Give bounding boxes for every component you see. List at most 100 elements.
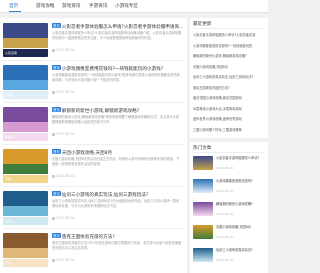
category-tag[interactable]: 首页: [52, 23, 61, 28]
article-title[interactable]: 首页 火影忍者手游体验服怎么申请?火影忍者手游体验服申请资...: [52, 23, 184, 30]
hot-article-date: 2024-08-30: [216, 212, 234, 216]
hot-title: 热门文章: [193, 146, 212, 151]
category-tag[interactable]: 首页: [52, 233, 61, 238]
hot-article-title[interactable]: 解锁新的新世小游戏攻略?: [216, 202, 266, 211]
article-date-text: 2024-08-30: [56, 90, 75, 94]
hot-article[interactable]: 仙剑三小游戏的真实玩法? 2024-08-30: [193, 248, 266, 263]
article-card[interactable]: 火影忍者 首页 火影忍者手游体验服怎么申请?火影忍者手游体验服申请资... 火影忍者手…: [3, 21, 184, 63]
article-title-text[interactable]: 落克王国体验充值的方法?: [62, 235, 115, 240]
nav-item-guides[interactable]: 游戏攻略: [36, 3, 54, 9]
article-title[interactable]: 首页 天团小游戏攻略,天团8月: [52, 149, 184, 156]
hot-article-date: 2024-08-30: [216, 235, 234, 239]
nav-item-mobile-news[interactable]: 手游资讯: [89, 3, 107, 9]
article-date: 2024-08-30: [52, 216, 75, 220]
top-nav: 首页 游戏攻略 游戏资讯 手游资讯 小游戏专区: [0, 0, 268, 13]
article-title[interactable]: 首页 小游戏偶像室费用花钱吗?一块钱就能玩的小游戏?: [52, 65, 184, 72]
hot-panel: 热门文章 火影忍者手游体验服怎么申请? 2024-08-30 小游戏偶像室费用花钱吗…: [190, 142, 268, 273]
article-title-text[interactable]: 小游戏偶像室费用花钱吗?一块钱就能玩的小游戏?: [62, 67, 163, 72]
article-card[interactable]: 王国 首页 落克王国体验充值的方法? 落克王国体验充值的方法?不少玩家在游戏过程中需要…: [3, 231, 184, 273]
hot-article[interactable]: 火影忍者手游体验服怎么申请? 2024-08-30: [193, 156, 266, 171]
article-date-text: 2024-08-30: [56, 258, 75, 262]
recent-link[interactable]: 冰雪奇缘小游戏大全,冰雪奇缘游戏: [193, 106, 266, 111]
nav-item-news[interactable]: 游戏资讯: [62, 3, 80, 9]
hot-article-title[interactable]: 小游戏偶像室费用花钱吗?: [216, 179, 266, 188]
category-tag[interactable]: 首页: [52, 107, 61, 112]
article-summary: 小游戏偶像室费用花钱吗?一块钱就能玩的小游戏?很多玩家在选择小游戏的时候都会考虑…: [52, 73, 180, 82]
recent-link[interactable]: 仙剑三小游戏的真实玩法,仙剑三游戏玩法?: [193, 74, 266, 79]
recent-title: 最近更新: [193, 22, 212, 27]
hot-article-title[interactable]: 仙剑三小游戏的真实玩法?: [216, 248, 266, 257]
article-title-text[interactable]: 天团小游戏攻略,天团8月: [62, 151, 112, 156]
recent-link[interactable]: 天团小游戏攻略,天团8月: [193, 64, 266, 69]
divider: [3, 102, 184, 103]
article-thumbnail[interactable]: 仙剑三: [3, 191, 48, 225]
recent-link[interactable]: 解锁新的新世小游戏,解锁新游戏攻略?: [193, 53, 266, 58]
hot-article-date: 2024-08-30: [216, 258, 234, 262]
clock-icon: [52, 132, 55, 136]
hot-thumbnail[interactable]: [193, 156, 213, 170]
article-thumbnail[interactable]: 新游戏: [3, 107, 48, 141]
category-tag[interactable]: 首页: [52, 191, 61, 196]
nav-item-mini-games[interactable]: 小游戏专区: [115, 3, 138, 9]
hot-article[interactable]: 小游戏偶像室费用花钱吗? 2024-08-30: [193, 179, 266, 194]
hot-article[interactable]: 天团小游戏攻略,天团8月 2024-08-30: [193, 225, 266, 240]
hot-thumbnail[interactable]: [193, 225, 213, 239]
article-card[interactable]: 天团 首页 天团小游戏攻略,天团8月 天团小游戏攻略,天团8月的活动已经正式开启，玩家…: [3, 147, 184, 189]
sidebar: 最近更新 火影忍者手游体验服怎么申请?火影忍者手游 小游戏偶像室费用花钱吗?一块钱…: [190, 18, 268, 273]
hot-article[interactable]: 解锁新的新世小游戏攻略? 2024-08-30: [193, 202, 266, 217]
article-title[interactable]: 首页 解锁新的新世小游戏,解锁新游戏攻略?: [52, 107, 184, 114]
divider: [3, 228, 184, 229]
article-card[interactable]: 小游戏 首页 小游戏偶像室费用花钱吗?一块钱就能玩的小游戏? 小游戏偶像室费用花钱吗?…: [3, 63, 184, 105]
hot-article-title[interactable]: 火影忍者手游体验服怎么申请?: [216, 156, 266, 165]
thumbnail-caption: 王国: [5, 261, 12, 265]
hot-thumbnail[interactable]: [193, 248, 213, 262]
recent-panel: 最近更新 火影忍者手游体验服怎么申请?火影忍者手游 小游戏偶像室费用花钱吗?一块钱…: [190, 18, 268, 138]
divider: [3, 60, 184, 61]
divider: [193, 152, 265, 153]
article-date: 2024-08-30: [52, 90, 75, 94]
article-thumbnail[interactable]: 王国: [3, 233, 48, 267]
hot-article-date: 2024-08-30: [216, 189, 234, 193]
article-summary: 火影忍者手游体验服怎么申请?火影忍者手游体验服申请资格详细介绍。火影忍者手游体验…: [52, 31, 182, 40]
category-tag[interactable]: 首页: [52, 149, 61, 154]
article-title-text[interactable]: 火影忍者手游体验服怎么申请?火影忍者手游体验服申请资...: [62, 25, 184, 30]
hot-thumbnail[interactable]: [193, 202, 213, 216]
article-date: 2024-08-30: [52, 174, 75, 178]
hot-article-title[interactable]: 天团小游戏攻略,天团8月: [216, 225, 266, 234]
article-date-text: 2024-08-30: [56, 216, 75, 220]
recent-link[interactable]: 小游戏偶像室费用花钱吗?一块钱就能玩的: [193, 43, 266, 48]
divider: [193, 28, 265, 29]
article-list: 火影忍者 首页 火影忍者手游体验服怎么申请?火影忍者手游体验服申请资... 火影忍者手…: [0, 18, 187, 273]
article-thumbnail[interactable]: 天团: [3, 149, 48, 183]
clock-icon: [52, 258, 55, 262]
article-date-text: 2024-08-30: [56, 48, 75, 52]
recent-link[interactable]: 火影忍者手游体验服怎么申请?火影忍者手游: [193, 32, 266, 37]
clock-icon: [52, 216, 55, 220]
clock-icon: [52, 48, 55, 52]
recent-link[interactable]: 三国小游戏哪个好玩,三国游戏推荐: [193, 127, 266, 132]
article-card[interactable]: 新游戏 首页 解锁新的新世小游戏,解锁新游戏攻略? 解锁新的新世小游戏,解锁新游戏攻略…: [3, 105, 184, 147]
divider: [3, 144, 184, 145]
thumbnail-caption: 火影忍者: [5, 51, 18, 55]
article-summary: 落克王国体验充值的方法?不少玩家在游戏过程中需要进行充值，本文将为大家介绍安全便…: [52, 241, 182, 250]
recent-link[interactable]: 魔法花园小游戏攻略,魔法花园游戏: [193, 95, 266, 100]
clock-icon: [52, 90, 55, 94]
article-summary: 仙剑三小游戏的真实玩法,仙剑三游戏玩法?作为经典的仙侠作品，仙剑三中的小游戏一直…: [52, 199, 180, 208]
thumbnail-caption: 仙剑三: [5, 219, 15, 223]
article-title-text[interactable]: 解锁新的新世小游戏,解锁新游戏攻略?: [62, 109, 139, 114]
article-title[interactable]: 首页 落克王国体验充值的方法?: [52, 233, 184, 240]
article-title[interactable]: 首页 仙剑三小游戏的真实玩法,仙剑三游戏玩法?: [52, 191, 184, 198]
hot-thumbnail[interactable]: [193, 179, 213, 193]
recent-link[interactable]: 落克王国体验充值的方法?: [193, 85, 266, 90]
article-summary: 解锁新的新世小游戏,解锁新游戏攻略?很多玩家想要了解新游戏的解锁方式，本文将为大…: [52, 115, 180, 124]
article-thumbnail[interactable]: 火影忍者: [3, 23, 48, 57]
article-card[interactable]: 仙剑三 首页 仙剑三小游戏的真实玩法,仙剑三游戏玩法? 仙剑三小游戏的真实玩法,仙剑三…: [3, 189, 184, 231]
thumbnail-caption: 天团: [5, 177, 12, 181]
category-tag[interactable]: 首页: [52, 65, 61, 70]
article-thumbnail[interactable]: 小游戏: [3, 65, 48, 99]
article-date-text: 2024-08-30: [56, 132, 75, 136]
article-title-text[interactable]: 仙剑三小游戏的真实玩法,仙剑三游戏玩法?: [62, 193, 149, 198]
clock-icon: [52, 174, 55, 178]
nav-item-home[interactable]: 首页: [9, 3, 18, 9]
recent-link[interactable]: 迷你世界小游戏攻略,迷你世界游戏: [193, 116, 266, 121]
